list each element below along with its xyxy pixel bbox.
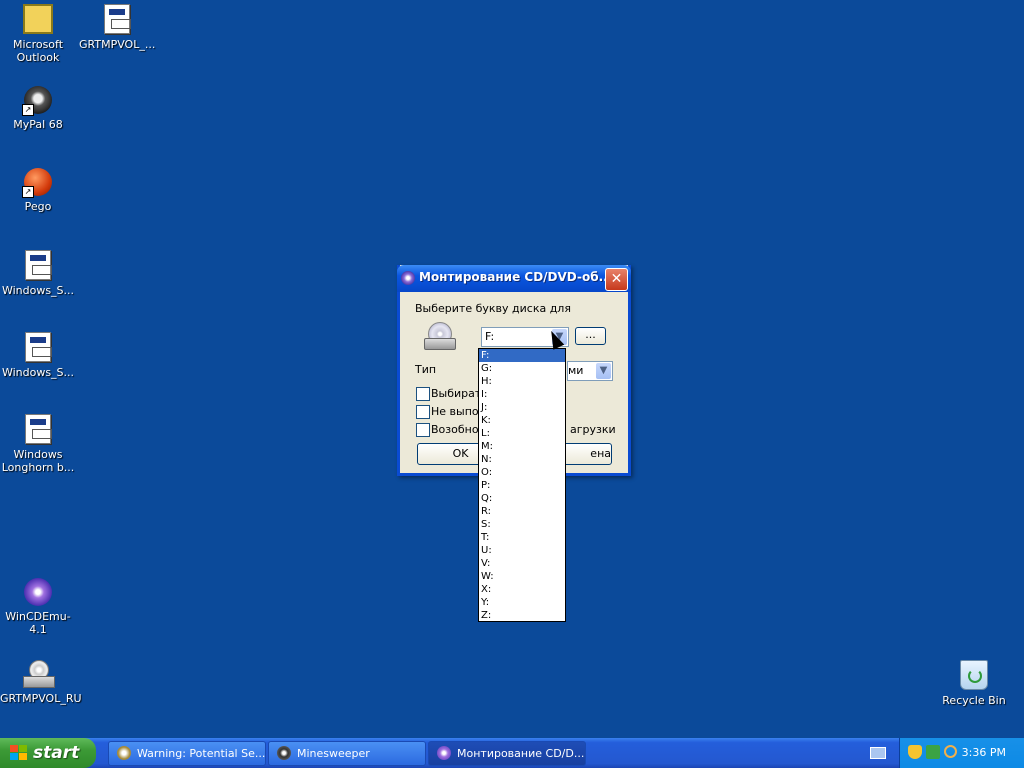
desktop-icon-label: Pego	[24, 200, 52, 213]
desktop-icon-pego[interactable]: ↗ Pego	[0, 168, 76, 213]
task-label: Монтирование CD/D...	[457, 747, 585, 760]
desktop-icon-label: MyPal 68	[13, 118, 63, 131]
desktop-icon-label: GRTMPVOL_...	[79, 38, 156, 51]
close-button[interactable]: ✕	[605, 268, 628, 291]
desktop-icon-outlook[interactable]: Microsoft Outlook	[0, 4, 76, 64]
desktop-icon-recycle-bin[interactable]: Recycle Bin	[936, 660, 1012, 707]
document-icon	[25, 250, 52, 280]
taskbar-button-minesweeper[interactable]: Minesweeper	[268, 741, 426, 766]
list-item[interactable]: S:	[479, 518, 565, 531]
list-item[interactable]: I:	[479, 388, 565, 401]
desktop-icon-label: Recycle Bin	[942, 694, 1006, 707]
document-icon	[104, 4, 131, 34]
clock: 3:36 PM	[961, 746, 1006, 759]
list-item[interactable]: G:	[479, 362, 565, 375]
type-value: ми	[568, 364, 584, 377]
list-item[interactable]: R:	[479, 505, 565, 518]
dialog-title: Монтирование CD/DVD-об...	[419, 270, 613, 284]
keyboard-icon[interactable]	[870, 747, 886, 759]
list-item[interactable]: O:	[479, 466, 565, 479]
list-item[interactable]: Z:	[479, 609, 565, 621]
search-icon[interactable]	[944, 745, 957, 758]
desktop-icon-windows-s-2[interactable]: Windows_S...	[0, 332, 76, 379]
desktop-icon-grtmpvol-ru[interactable]: GRTMPVOL_RU	[0, 660, 82, 705]
desktop-icon-wincdemu[interactable]: WinCDEmu-4.1	[0, 578, 76, 636]
list-item[interactable]: H:	[479, 375, 565, 388]
list-item[interactable]: P:	[479, 479, 565, 492]
desktop-icon-label: GRTMPVOL_RU	[0, 692, 82, 705]
taskbar-button-warning[interactable]: Warning: Potential Se...	[108, 741, 266, 766]
shortcut-arrow-icon: ↗	[22, 104, 34, 116]
drive-letter-value: F:	[485, 330, 495, 343]
dialog-titlebar[interactable]: Монтирование CD/DVD-об... ✕	[397, 265, 631, 292]
cd-drive-icon	[23, 660, 55, 688]
list-item[interactable]: M:	[479, 440, 565, 453]
pego-icon: ↗	[22, 168, 52, 198]
type-label: Тип	[415, 363, 437, 376]
drive-letter-list[interactable]: F: G: H: I: J: K: L: M: N: O: P: Q: R: S…	[478, 348, 566, 622]
desktop-icon-windows-longhorn[interactable]: Windows Longhorn b...	[0, 414, 76, 474]
select-drive-label: Выберите букву диска для	[415, 302, 571, 315]
start-button[interactable]: start	[0, 738, 96, 768]
list-item[interactable]: Y:	[479, 596, 565, 609]
warning-icon	[117, 746, 131, 760]
windows-logo-icon	[10, 745, 28, 761]
list-item[interactable]: V:	[479, 557, 565, 570]
desktop-icon-label: Windows Longhorn b...	[1, 448, 75, 474]
network-icon[interactable]	[926, 745, 940, 759]
list-item[interactable]: Q:	[479, 492, 565, 505]
document-icon	[25, 332, 52, 362]
chevron-down-icon[interactable]: ▼	[596, 363, 611, 379]
minesweeper-icon	[277, 746, 291, 760]
wincdemu-icon	[437, 746, 451, 760]
list-item[interactable]: L:	[479, 427, 565, 440]
checkbox-3-label-tail: агрузки	[570, 423, 616, 436]
list-item[interactable]: F:	[479, 349, 565, 362]
checkbox-1[interactable]	[416, 387, 430, 401]
checkbox-3[interactable]	[416, 423, 430, 437]
system-tray: 3:36 PM	[899, 738, 1024, 768]
security-shield-icon[interactable]	[908, 745, 922, 759]
outlook-icon	[23, 4, 53, 34]
wincdemu-icon	[401, 271, 415, 285]
raccoon-icon: ↗	[22, 86, 52, 116]
type-select[interactable]: ми ▼	[567, 361, 613, 381]
checkbox-3-label: Возобнов	[431, 423, 486, 436]
taskbar-button-mount[interactable]: Монтирование CD/D...	[428, 741, 586, 766]
checkbox-2[interactable]	[416, 405, 430, 419]
list-item[interactable]: N:	[479, 453, 565, 466]
desktop-icon-mypal[interactable]: ↗ MyPal 68	[0, 86, 76, 131]
document-icon	[25, 414, 52, 444]
task-label: Warning: Potential Se...	[137, 747, 266, 760]
wincdemu-icon	[24, 578, 52, 606]
desktop-icon-label: Windows_S...	[1, 284, 75, 297]
desktop-icon-windows-s-1[interactable]: Windows_S...	[0, 250, 76, 297]
start-label: start	[33, 743, 80, 763]
browse-button[interactable]: ...	[575, 327, 606, 345]
task-label: Minesweeper	[297, 747, 370, 760]
list-item[interactable]: U:	[479, 544, 565, 557]
shortcut-arrow-icon: ↗	[22, 186, 34, 198]
cd-drive-icon	[424, 320, 456, 352]
list-item[interactable]: K:	[479, 414, 565, 427]
desktop-icon-grtmpvol-doc[interactable]: GRTMPVOL_...	[79, 4, 155, 51]
recycle-bin-icon	[960, 660, 988, 690]
list-item[interactable]: W:	[479, 570, 565, 583]
desktop-icon-label: Windows_S...	[1, 366, 75, 379]
list-item[interactable]: X:	[479, 583, 565, 596]
desktop-icon-label: WinCDEmu-4.1	[5, 610, 71, 636]
list-item[interactable]: T:	[479, 531, 565, 544]
list-item[interactable]: J:	[479, 401, 565, 414]
desktop-icon-label: Microsoft Outlook	[12, 38, 64, 64]
